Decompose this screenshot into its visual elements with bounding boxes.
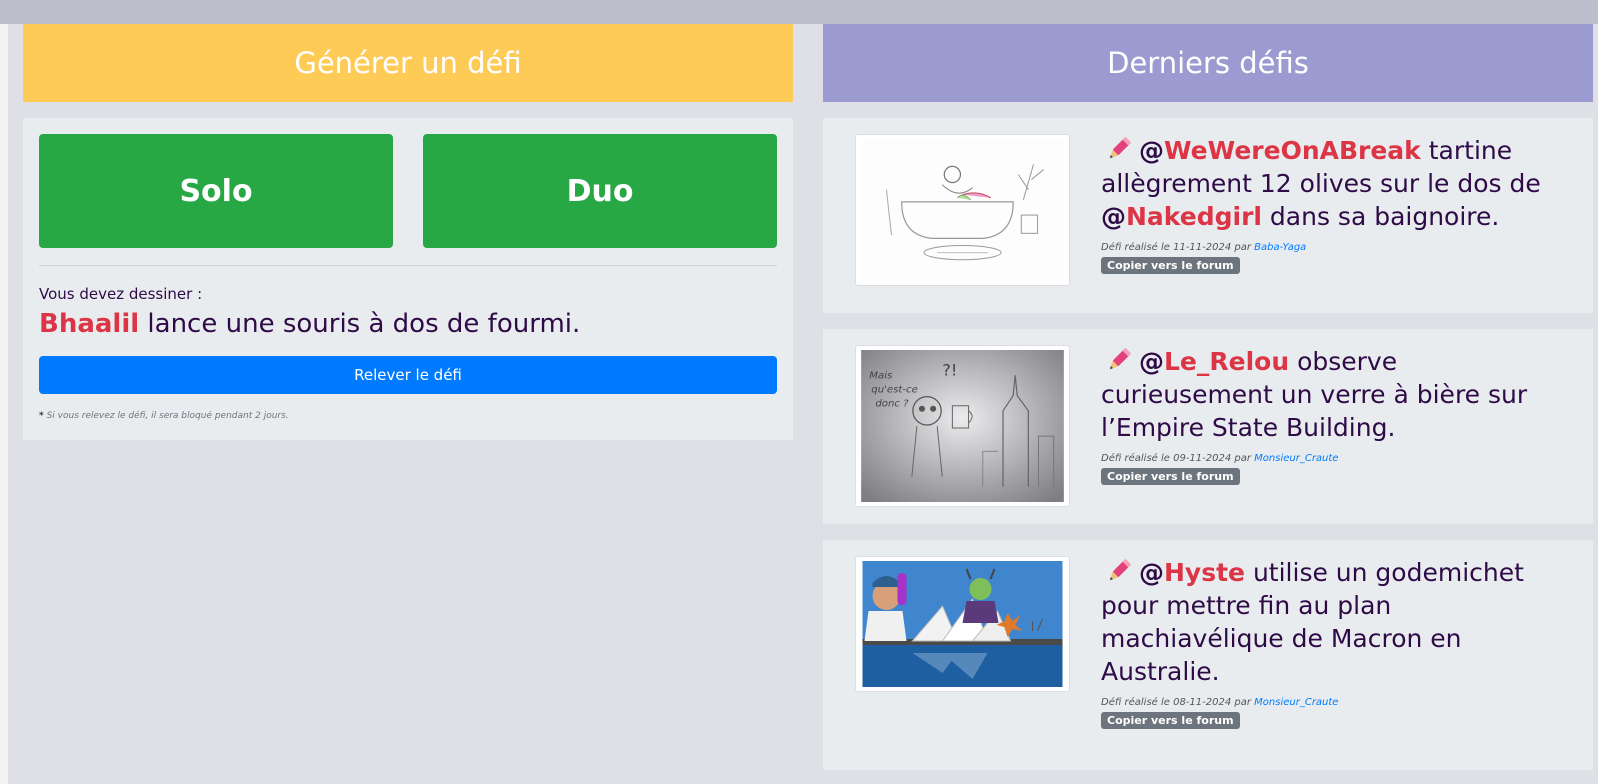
card-username-2[interactable]: Nakedgirl — [1126, 202, 1262, 231]
challenge-username: Bhaalil — [39, 309, 140, 339]
svg-text:qu'est-ce: qu'est-ce — [871, 385, 918, 396]
card-username[interactable]: Le_Relou — [1164, 347, 1289, 376]
duo-button[interactable]: Duo — [423, 134, 777, 248]
latest-column: Derniers défis @WeWereOnABreak tartine a… — [823, 24, 1593, 770]
drawing-thumbnail[interactable] — [855, 134, 1070, 286]
card-date: Défi réalisé le 08-11-2024 par — [1101, 697, 1255, 708]
card-username[interactable]: Hyste — [1164, 558, 1245, 587]
challenge-text: Bhaalil lance une souris à dos de fourmi… — [39, 309, 777, 339]
note-text: Si vous relevez le défi, il sera bloqué … — [43, 411, 289, 421]
pencil-emoji-icon — [1109, 558, 1132, 581]
generate-panel: Solo Duo Vous devez dessiner : Bhaalil l… — [23, 118, 793, 440]
challenge-card-body: @Hyste utilise un godemichet pour mettre… — [1101, 556, 1561, 754]
card-author-link[interactable]: Baba-Yaga — [1254, 242, 1306, 253]
svg-text:Mais: Mais — [869, 370, 893, 381]
copy-to-forum-button[interactable]: Copier vers le forum — [1101, 712, 1240, 729]
opera-house-collage-image — [862, 561, 1063, 687]
card-author-link[interactable]: Monsieur_Craute — [1254, 697, 1338, 708]
accept-challenge-button[interactable]: Relever le défi — [39, 356, 777, 394]
challenge-card: @WeWereOnABreak tartine allègrement 12 o… — [823, 118, 1593, 313]
mode-buttons: Solo Duo — [39, 134, 777, 248]
pencil-emoji-icon — [1109, 347, 1132, 370]
sketch-bathtub-image — [861, 139, 1064, 281]
challenge-card-body: @Le_Relou observe curieusement un verre … — [1101, 345, 1561, 508]
left-edge-strip — [0, 24, 8, 784]
challenge-card-text: @Hyste utilise un godemichet pour mettre… — [1101, 558, 1524, 686]
challenge-card: @Hyste utilise un godemichet pour mettre… — [823, 540, 1593, 770]
challenge-card-text: @Le_Relou observe curieusement un verre … — [1101, 347, 1528, 442]
challenge-card-text: @WeWereOnABreak tartine allègrement 12 o… — [1101, 136, 1541, 231]
card-username[interactable]: WeWereOnABreak — [1164, 136, 1421, 165]
pencil-emoji-icon — [1109, 136, 1132, 159]
card-meta: Défi réalisé le 09-11-2024 par Monsieur_… — [1101, 453, 1561, 464]
challenge-card: Mais qu'est-ce donc ? ?! @Le_Relou obser… — [823, 329, 1593, 524]
browser-top-bar — [0, 0, 1598, 24]
solo-button[interactable]: Solo — [39, 134, 393, 248]
block-note: * Si vous relevez le défi, il sera bloqu… — [39, 411, 777, 421]
copy-to-forum-button[interactable]: Copier vers le forum — [1101, 257, 1240, 274]
divider — [39, 265, 777, 266]
card-author-link[interactable]: Monsieur_Craute — [1254, 453, 1338, 464]
latest-header: Derniers défis — [823, 24, 1593, 102]
svg-text:?!: ?! — [942, 360, 957, 379]
card-action-end: dans sa baignoire. — [1261, 202, 1500, 231]
must-draw-label: Vous devez dessiner : — [39, 285, 203, 303]
copy-to-forum-button[interactable]: Copier vers le forum — [1101, 468, 1240, 485]
card-meta: Défi réalisé le 08-11-2024 par Monsieur_… — [1101, 697, 1561, 708]
generate-column: Générer un défi Solo Duo Vous devez dess… — [23, 24, 793, 440]
drawing-thumbnail[interactable]: Mais qu'est-ce donc ? ?! — [855, 345, 1070, 507]
sketch-empire-state-image: Mais qu'est-ce donc ? ?! — [861, 350, 1064, 502]
svg-text:donc ?: donc ? — [875, 399, 909, 410]
card-meta: Défi réalisé le 11-11-2024 par Baba-Yaga — [1101, 242, 1561, 253]
generate-header: Générer un défi — [23, 24, 793, 102]
challenge-description: lance une souris à dos de fourmi. — [139, 309, 581, 339]
drawing-thumbnail[interactable] — [855, 556, 1070, 692]
card-date: Défi réalisé le 09-11-2024 par — [1101, 453, 1255, 464]
card-date: Défi réalisé le 11-11-2024 par — [1101, 242, 1255, 253]
challenge-card-body: @WeWereOnABreak tartine allègrement 12 o… — [1101, 134, 1561, 297]
